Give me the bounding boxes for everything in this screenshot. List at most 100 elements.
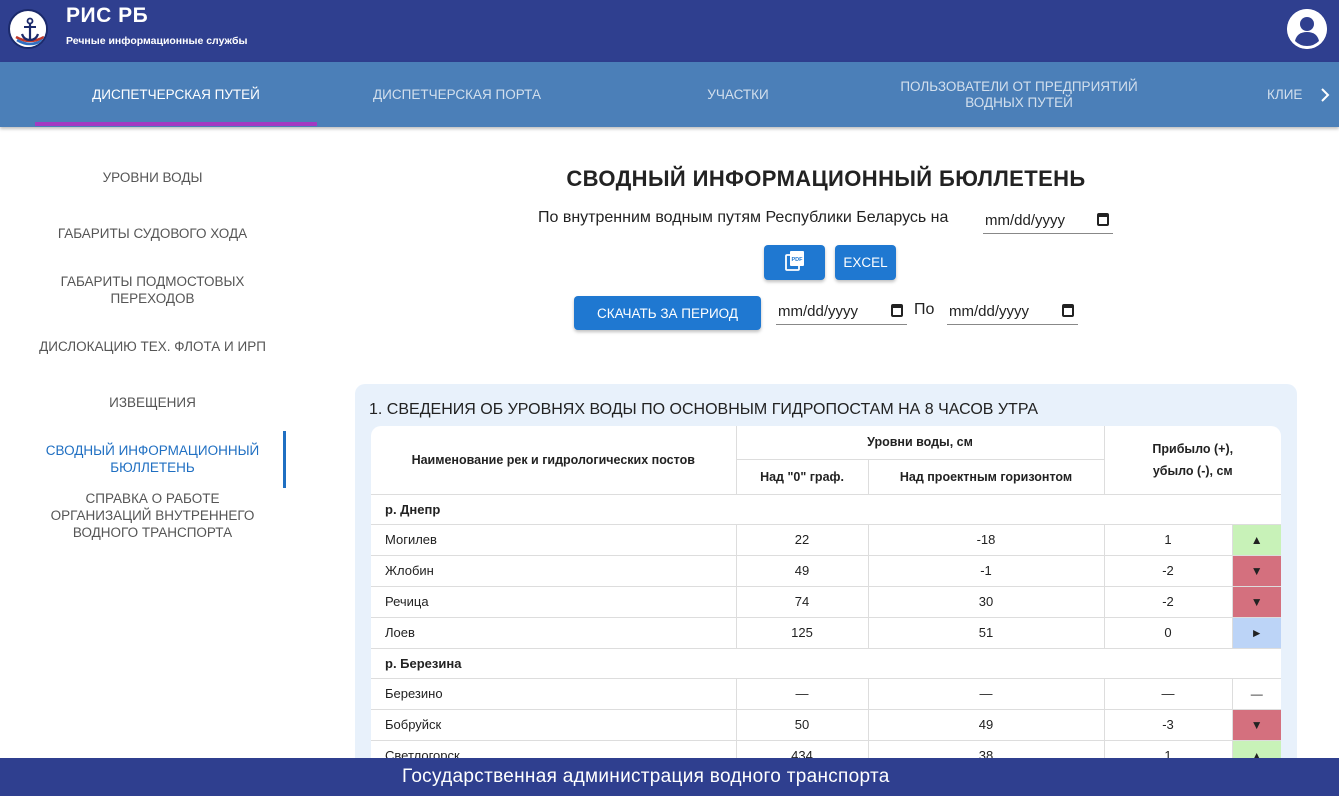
post-name: Лоев (371, 617, 736, 649)
level-above-project: -1 (867, 555, 1104, 587)
level-above-zero: 22 (735, 524, 868, 556)
sidebar-item-label-line1: ГАБАРИТЫ ПОДМОСТОВЫХ (60, 274, 245, 289)
app-title: РИС РБ (66, 4, 149, 27)
trend-up-icon: ▲ (1231, 524, 1281, 556)
level-above-project: 30 (867, 586, 1104, 618)
excel-label: EXCEL (843, 255, 888, 270)
sidebar-item-label: ДИСЛОКАЦИЮ ТЕХ. ФЛОТА И ИРП (39, 339, 266, 354)
account-icon[interactable] (1287, 9, 1327, 49)
app-subtitle: Речные информационные службы (66, 35, 248, 47)
tab-sections[interactable]: УЧАСТКИ (597, 62, 879, 127)
tab-label-line2: ВОДНЫХ ПУТЕЙ (965, 94, 1073, 110)
tab-label: ДИСПЕТЧЕРСКАЯ ПУТЕЙ (92, 86, 260, 102)
calendar-icon[interactable] (891, 304, 903, 317)
calendar-icon[interactable] (1097, 213, 1109, 226)
table-row: Речица 74 30 -2 ▼ (371, 586, 1281, 618)
level-change: -2 (1103, 586, 1232, 618)
bulletin-subtitle: По внутренним водным путям Республики Бе… (538, 209, 949, 226)
river-name: р. Березина (371, 648, 1281, 679)
level-above-project: -18 (867, 524, 1104, 556)
sidebar-item-label-line2: ОРГАНИЗАЦИЙ ВНУТРЕННЕГО (50, 508, 255, 523)
trend-none-icon: — (1231, 678, 1281, 710)
table-row: Жлобин 49 -1 -2 ▼ (371, 555, 1281, 587)
post-name: Бобруйск (371, 709, 736, 741)
sidebar-item-bridge-clearances[interactable]: ГАБАРИТЫ ПОДМОСТОВЫХ ПЕРЕХОДОВ (30, 273, 275, 307)
sidebar-item-transport-report[interactable]: СПРАВКА О РАБОТЕ ОРГАНИЗАЦИЙ ВНУТРЕННЕГО… (30, 490, 275, 541)
trend-down-icon: ▼ (1231, 709, 1281, 741)
level-above-project: 49 (867, 709, 1104, 741)
sidebar-item-label-line1: СВОДНЫЙ ИНФОРМАЦИОННЫЙ (45, 443, 260, 458)
pdf-icon: PDF (784, 250, 806, 275)
level-above-zero: 49 (735, 555, 868, 587)
sidebar-item-label-line3: ВОДНОГО ТРАНСПОРТА (72, 525, 233, 540)
river-name: р. Днепр (371, 494, 1281, 525)
excel-download-button[interactable]: EXCEL (835, 245, 896, 280)
page-title: СВОДНЫЙ ИНФОРМАЦИОННЫЙ БЮЛЛЕТЕНЬ (566, 166, 1086, 191)
svg-text:PDF: PDF (791, 257, 803, 263)
top-tabs: ДИСПЕТЧЕРСКАЯ ПУТЕЙ ДИСПЕТЧЕРСКАЯ ПОРТА … (0, 62, 1339, 127)
app-header: РИС РБ Речные информационные службы (0, 0, 1339, 62)
level-change: 0 (1103, 617, 1232, 649)
table-row: Лоев 125 51 0 ► (371, 617, 1281, 649)
header-post-name: Наименование рек и гидрологических посто… (371, 426, 737, 495)
period-from-date-input[interactable]: mm/dd/yyyy (776, 299, 907, 325)
level-above-zero: — (735, 678, 868, 710)
sidebar-item-label-line1: СПРАВКА О РАБОТЕ (85, 491, 220, 506)
level-above-zero: 74 (735, 586, 868, 618)
sidebar-item-label-line2: БЮЛЛЕТЕНЬ (110, 460, 195, 475)
level-change: — (1103, 678, 1232, 710)
trend-down-icon: ▼ (1231, 586, 1281, 618)
header-water-levels: Уровни воды, см (735, 426, 1105, 460)
post-name: Березино (371, 678, 736, 710)
calendar-icon[interactable] (1062, 304, 1074, 317)
post-name: Жлобин (371, 555, 736, 587)
sidebar-item-channel-dimensions[interactable]: ГАБАРИТЫ СУДОВОГО ХОДА (30, 225, 275, 242)
table-row: Могилев 22 -18 1 ▲ (371, 524, 1281, 556)
level-above-zero: 50 (735, 709, 868, 741)
header-change: Прибыло (+), убыло (-), см (1103, 426, 1281, 495)
level-change: 1 (1103, 524, 1232, 556)
header-above-zero: Над "0" граф. (735, 458, 869, 495)
post-name: Могилев (371, 524, 736, 556)
header-change-line2: убыло (-), см (1152, 463, 1233, 478)
tab-users[interactable]: ПОЛЬЗОВАТЕЛИ ОТ ПРЕДПРИЯТИЙ ВОДНЫХ ПУТЕЙ (879, 62, 1159, 127)
level-above-project: 51 (867, 617, 1104, 649)
sidebar-item-label: ГАБАРИТЫ СУДОВОГО ХОДА (57, 226, 248, 241)
level-change: -2 (1103, 555, 1232, 587)
chevron-right-icon[interactable] (1310, 62, 1339, 127)
sidebar-item-water-levels[interactable]: УРОВНИ ВОДЫ (30, 169, 275, 186)
water-levels-table-container: Наименование рек и гидрологических посто… (371, 426, 1281, 796)
level-above-zero: 125 (735, 617, 868, 649)
card-title: 1. СВЕДЕНИЯ ОБ УРОВНЯХ ВОДЫ ПО ОСНОВНЫМ … (369, 401, 1039, 418)
sidebar-item-label-line2: ПЕРЕХОДОВ (110, 291, 195, 306)
table-row: Бобруйск 50 49 -3 ▼ (371, 709, 1281, 741)
header-change-line1: Прибыло (+), (1152, 441, 1234, 456)
date-placeholder: mm/dd/yyyy (778, 303, 859, 320)
footer: Государственная администрация водного тр… (0, 758, 1339, 796)
tab-label: КЛИЕ (1267, 86, 1303, 102)
tab-label: ДИСПЕТЧЕРСКАЯ ПОРТА (373, 86, 541, 102)
tab-waterways-dispatch[interactable]: ДИСПЕТЧЕРСКАЯ ПУТЕЙ (35, 62, 317, 127)
pdf-download-button[interactable]: PDF (764, 245, 825, 280)
river-group-row: р. Днепр (371, 494, 1281, 525)
period-to-label: По (914, 301, 935, 318)
sidebar-item-label: УРОВНИ ВОДЫ (102, 170, 203, 185)
tab-port-dispatch[interactable]: ДИСПЕТЧЕРСКАЯ ПОРТА (317, 62, 597, 127)
footer-text: Государственная администрация водного тр… (402, 766, 890, 787)
water-levels-table: Наименование рек и гидрологических посто… (371, 426, 1281, 772)
sidebar-item-label: ИЗВЕЩЕНИЯ (109, 395, 196, 410)
active-sidebar-indicator (283, 431, 286, 488)
anchor-logo-icon[interactable] (8, 9, 48, 49)
download-period-button[interactable]: СКАЧАТЬ ЗА ПЕРИОД (574, 296, 761, 330)
header-above-project: Над проектным горизонтом (867, 458, 1105, 495)
trend-down-icon: ▼ (1231, 555, 1281, 587)
sidebar-item-notices[interactable]: ИЗВЕЩЕНИЯ (30, 394, 275, 411)
sidebar-item-bulletin[interactable]: СВОДНЫЙ ИНФОРМАЦИОННЫЙ БЮЛЛЕТЕНЬ (30, 442, 275, 476)
period-to-date-input[interactable]: mm/dd/yyyy (947, 299, 1078, 325)
post-name: Речица (371, 586, 736, 618)
bulletin-date-input[interactable]: mm/dd/yyyy (983, 208, 1113, 234)
tab-label-line1: ПОЛЬЗОВАТЕЛИ ОТ ПРЕДПРИЯТИЙ (900, 78, 1138, 94)
sidebar-item-fleet-dislocation[interactable]: ДИСЛОКАЦИЮ ТЕХ. ФЛОТА И ИРП (30, 338, 275, 355)
active-tab-indicator (35, 122, 317, 126)
river-group-row: р. Березина (371, 648, 1281, 679)
